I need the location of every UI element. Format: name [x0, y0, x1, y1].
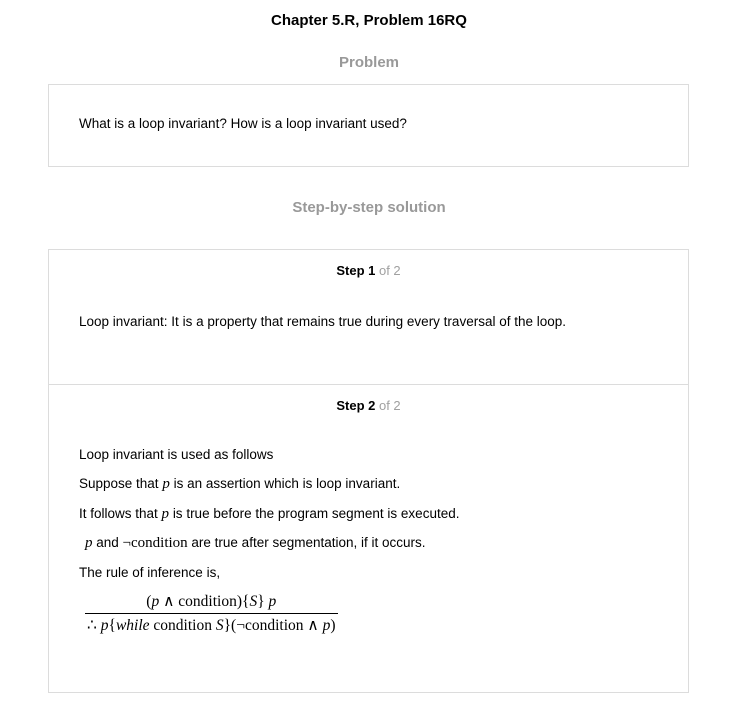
step-1-panel: Step 1 of 2 Loop invariant: It is a prop… [49, 250, 688, 385]
line-3-pre: It follows that [79, 506, 162, 521]
formula-numerator: (p ∧ condition){S} p [85, 592, 338, 613]
not-condition: ¬condition [122, 535, 188, 551]
step-2-line-5: The rule of inference is, [79, 565, 221, 580]
chapter-title: Chapter 5.R, Problem 16RQ [271, 12, 467, 29]
inference-rule-formula: (p ∧ condition){S} p ∴ p{while condition… [85, 592, 338, 635]
var-p: p [85, 535, 93, 551]
solution-box: Step 1 of 2 Loop invariant: It is a prop… [48, 249, 689, 693]
step-2-line-3: It follows that p is true before the pro… [79, 506, 459, 523]
line-2-pre: Suppose that [79, 476, 163, 491]
formula-part: ∧ condition){ [159, 593, 250, 610]
problem-box: What is a loop invariant? How is a loop … [48, 84, 689, 167]
formula-part: p [100, 617, 109, 634]
step-2-panel: Step 2 of 2 Loop invariant is used as fo… [49, 385, 688, 692]
solution-heading: Step-by-step solution [292, 199, 446, 216]
var-p: p [161, 506, 170, 522]
problem-text: What is a loop invariant? How is a loop … [79, 116, 407, 131]
step-1-text: Loop invariant: It is a property that re… [79, 314, 567, 329]
formula-part: condition [149, 617, 216, 634]
line-2-post: is an assertion which is loop invariant. [173, 476, 401, 491]
formula-part: ) [330, 617, 336, 634]
step-2-label: Step 2 [336, 398, 376, 413]
formula-part: p [268, 593, 277, 610]
formula-denominator: ∴ p{while condition S}(¬condition ∧ p) [85, 614, 338, 635]
step-2-line-1: Loop invariant is used as follows [79, 447, 274, 462]
step-2-line-4: p and ¬condition are true after segmenta… [85, 535, 426, 552]
step-2-header: Step 2 of 2 [49, 398, 688, 413]
formula-part: ∴ [87, 617, 101, 634]
problem-heading: Problem [338, 54, 399, 71]
step-2-line-2: Suppose that p is an assertion which is … [79, 476, 400, 493]
step-1-label: Step 1 [336, 263, 376, 278]
line-4-post: are true after segmentation, if it occur… [187, 535, 426, 550]
var-p: p [162, 476, 170, 492]
step-1-header: Step 1 of 2 [49, 263, 688, 278]
step-2-of-total: of 2 [375, 398, 401, 413]
line-4-and: and [92, 535, 123, 550]
formula-part: }(¬condition ∧ [223, 617, 323, 634]
line-3-post: is true before the program segment is ex… [172, 506, 460, 521]
formula-part: S [215, 617, 224, 634]
formula-part: } [257, 593, 269, 610]
step-1-of-total: of 2 [375, 263, 401, 278]
formula-part: { [108, 617, 116, 634]
formula-part: while [115, 617, 150, 634]
